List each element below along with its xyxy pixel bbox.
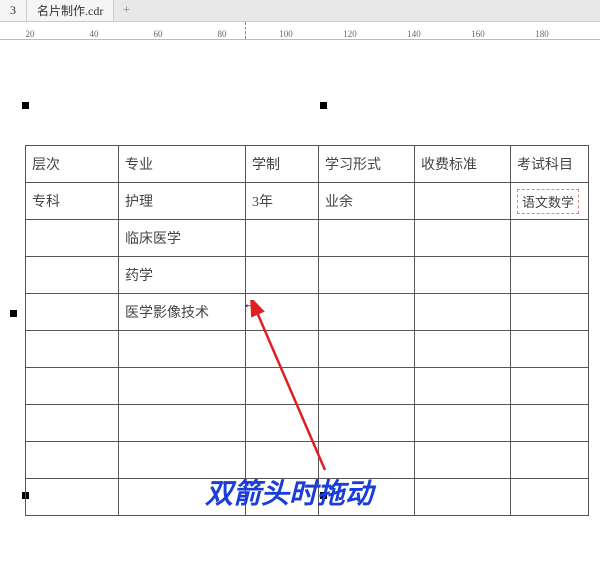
header-cell[interactable]: 层次 bbox=[26, 146, 119, 183]
table-cell[interactable] bbox=[319, 405, 415, 442]
editing-cell: 语文数学 bbox=[517, 189, 579, 214]
table-row: 临床医学 bbox=[26, 220, 589, 257]
table-cell[interactable] bbox=[415, 257, 511, 294]
tab-active[interactable]: 名片制作.cdr bbox=[27, 0, 114, 21]
table-cell[interactable] bbox=[26, 294, 119, 331]
ruler-mark: 160 bbox=[471, 29, 485, 39]
table-cell[interactable]: 医学影像技术 bbox=[119, 294, 246, 331]
header-cell[interactable]: 收费标准 bbox=[415, 146, 511, 183]
table-cell[interactable] bbox=[26, 331, 119, 368]
table-cell[interactable] bbox=[319, 331, 415, 368]
ruler-mark: 40 bbox=[90, 29, 99, 39]
table-cell[interactable] bbox=[319, 220, 415, 257]
data-table[interactable]: 层次 专业 学制 学习形式 收费标准 考试科目 专科 护理 3年 业余 语文数学… bbox=[25, 145, 589, 516]
header-cell[interactable]: 学制 bbox=[246, 146, 319, 183]
table-row bbox=[26, 331, 589, 368]
ruler-mark: 100 bbox=[279, 29, 293, 39]
table-cell[interactable]: 3年 bbox=[246, 183, 319, 220]
canvas-area[interactable]: 层次 专业 学制 学习形式 收费标准 考试科目 专科 护理 3年 业余 语文数学… bbox=[0, 40, 600, 568]
table-cell[interactable] bbox=[319, 368, 415, 405]
table-cell[interactable] bbox=[415, 331, 511, 368]
table-cell[interactable] bbox=[119, 331, 246, 368]
table-cell[interactable] bbox=[511, 220, 589, 257]
annotation-text: 双箭头时拖动 bbox=[205, 472, 373, 512]
table-row: 药学 bbox=[26, 257, 589, 294]
selection-handle-ml[interactable] bbox=[10, 310, 17, 317]
horizontal-ruler[interactable]: 20 40 60 80 100 120 140 160 180 bbox=[0, 22, 600, 40]
table-cell[interactable] bbox=[319, 257, 415, 294]
ruler-mark: 120 bbox=[343, 29, 357, 39]
table-cell[interactable] bbox=[415, 220, 511, 257]
table-cell[interactable] bbox=[246, 331, 319, 368]
header-cell[interactable]: 考试科目 bbox=[511, 146, 589, 183]
table-header-row: 层次 专业 学制 学习形式 收费标准 考试科目 bbox=[26, 146, 589, 183]
table-cell[interactable]: 业余 bbox=[319, 183, 415, 220]
table-row: 专科 护理 3年 业余 语文数学 bbox=[26, 183, 589, 220]
selection-handle-tl[interactable] bbox=[22, 102, 29, 109]
table-cell[interactable] bbox=[511, 331, 589, 368]
table-cell[interactable] bbox=[26, 405, 119, 442]
resize-cursor-icon: ↔ bbox=[243, 296, 256, 312]
table-cell[interactable] bbox=[246, 405, 319, 442]
table-row: 医学影像技术 bbox=[26, 294, 589, 331]
tab-bar: 3 名片制作.cdr + bbox=[0, 0, 600, 22]
ruler-mark: 20 bbox=[26, 29, 35, 39]
ruler-mark: 180 bbox=[535, 29, 549, 39]
table-cell[interactable] bbox=[26, 257, 119, 294]
header-cell[interactable]: 学习形式 bbox=[319, 146, 415, 183]
table-cell[interactable] bbox=[246, 257, 319, 294]
ruler-mark: 60 bbox=[154, 29, 163, 39]
table-cell[interactable] bbox=[511, 405, 589, 442]
header-cell[interactable]: 专业 bbox=[119, 146, 246, 183]
table-cell[interactable] bbox=[415, 405, 511, 442]
ruler-guide[interactable] bbox=[245, 22, 246, 39]
table-cell[interactable] bbox=[415, 442, 511, 479]
table-cell[interactable]: 药学 bbox=[119, 257, 246, 294]
table-cell[interactable] bbox=[511, 442, 589, 479]
table-cell[interactable] bbox=[415, 479, 511, 516]
table-row bbox=[26, 368, 589, 405]
table-cell[interactable]: 护理 bbox=[119, 183, 246, 220]
table-cell[interactable] bbox=[26, 479, 119, 516]
table-cell[interactable] bbox=[26, 442, 119, 479]
table-cell[interactable] bbox=[246, 368, 319, 405]
table-cell[interactable]: 临床医学 bbox=[119, 220, 246, 257]
table-cell[interactable] bbox=[119, 368, 246, 405]
table-cell[interactable] bbox=[415, 183, 511, 220]
ruler-mark: 80 bbox=[218, 29, 227, 39]
table-cell[interactable] bbox=[26, 220, 119, 257]
table-row bbox=[26, 405, 589, 442]
table-cell[interactable] bbox=[415, 294, 511, 331]
table-cell[interactable] bbox=[511, 257, 589, 294]
table-cell[interactable] bbox=[246, 220, 319, 257]
table-cell[interactable]: 语文数学 bbox=[511, 183, 589, 220]
table-cell[interactable]: 专科 bbox=[26, 183, 119, 220]
table-cell[interactable] bbox=[119, 405, 246, 442]
table-cell[interactable] bbox=[26, 368, 119, 405]
tab-partial[interactable]: 3 bbox=[0, 0, 27, 21]
tab-add-icon[interactable]: + bbox=[114, 0, 138, 22]
ruler-mark: 140 bbox=[407, 29, 421, 39]
table-cell[interactable] bbox=[246, 294, 319, 331]
selection-handle-tc[interactable] bbox=[320, 102, 327, 109]
table-cell[interactable] bbox=[415, 368, 511, 405]
table-cell[interactable] bbox=[511, 479, 589, 516]
table-cell[interactable] bbox=[511, 368, 589, 405]
table-cell[interactable] bbox=[511, 294, 589, 331]
table-cell[interactable] bbox=[319, 294, 415, 331]
